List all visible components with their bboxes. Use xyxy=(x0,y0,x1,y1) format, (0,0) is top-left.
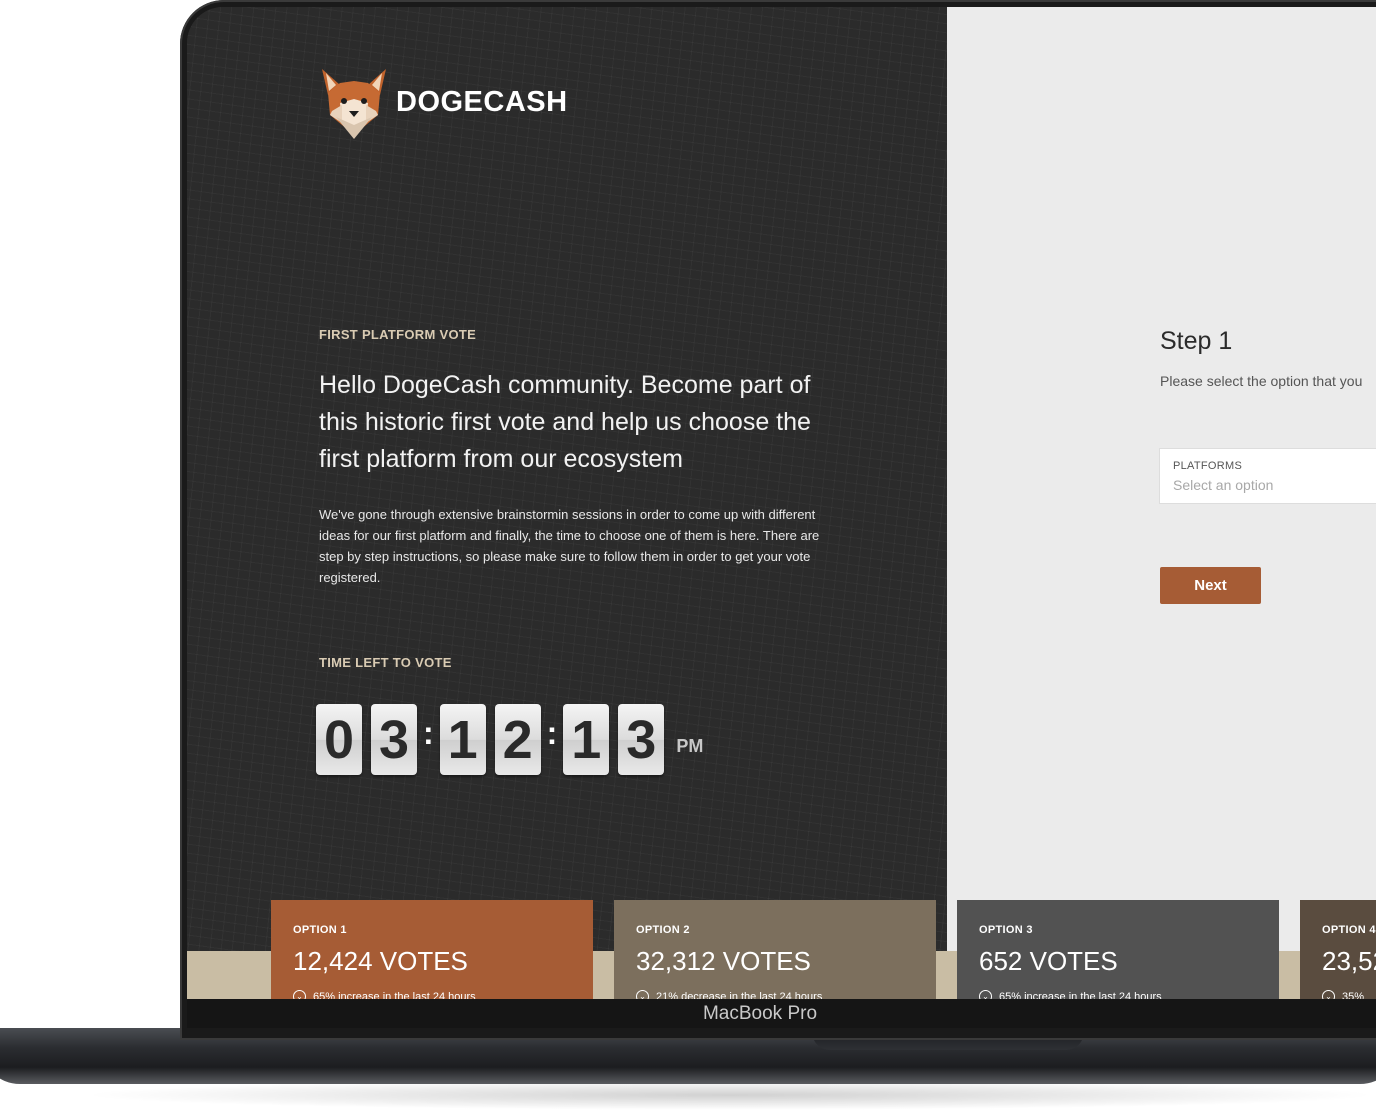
intro-paragraph: We've gone through extensive brainstormi… xyxy=(319,507,820,585)
chevron-down-icon: ⌄ xyxy=(1322,990,1335,999)
option-change: ⌄ 35% xyxy=(1322,990,1364,999)
option-change: ⌄ 65% increase in the last 24 hours xyxy=(979,990,1162,999)
timer-digit: 2 xyxy=(494,704,541,775)
option-card-1[interactable]: OPTION 1 12,424 VOTES ⌄ 65% increase in … xyxy=(271,900,593,999)
timer-digit: 1 xyxy=(563,704,610,775)
option-card-4[interactable]: OPTION 4 23,52 ⌄ 35% xyxy=(1300,900,1376,999)
option-votes: 32,312 VOTES xyxy=(636,946,811,976)
step-title: Step 1 xyxy=(1160,327,1233,355)
brand-name: DOGECASH xyxy=(396,85,568,118)
timer-period: PM xyxy=(676,736,704,756)
vote-eyebrow: FIRST PLATFORM VOTE xyxy=(319,327,477,342)
select-placeholder: Select an option xyxy=(1173,477,1274,493)
option-change-text: 65% increase in the last 24 hours xyxy=(999,990,1162,1000)
timer-digit: 3 xyxy=(618,704,665,775)
option-label: OPTION 1 xyxy=(293,924,347,936)
logo[interactable]: DOGECASH xyxy=(318,65,568,139)
timer-label: TIME LEFT TO VOTE xyxy=(319,655,452,670)
option-label: OPTION 4 xyxy=(1322,924,1376,936)
option-label: OPTION 2 xyxy=(636,924,690,936)
timer-digit: 3 xyxy=(371,704,417,775)
intro-panel: DOGECASH FIRST PLATFORM VOTE Hello DogeC… xyxy=(187,7,947,999)
option-change: ⌄ 21% decrease in the last 24 hours xyxy=(636,990,822,999)
option-votes: 652 VOTES xyxy=(979,946,1118,976)
chevron-down-icon: ⌄ xyxy=(979,990,992,999)
select-label: PLATFORMS xyxy=(1173,460,1243,472)
timer-digit: 1 xyxy=(439,704,486,775)
timer-separator: : xyxy=(546,715,558,751)
option-votes: 12,424 VOTES xyxy=(293,946,468,976)
option-label: OPTION 3 xyxy=(979,924,1033,936)
option-change-text: 35% xyxy=(1342,990,1365,1000)
step-subtitle: Please select the option that you xyxy=(1160,373,1363,389)
platforms-select[interactable]: PLATFORMS Select an option xyxy=(1159,448,1376,504)
device-label: MacBook Pro xyxy=(702,1003,818,1024)
chevron-down-icon: ⌄ xyxy=(293,990,306,999)
option-change: ⌄ 65% increase in the last 24 hours xyxy=(293,990,476,999)
chevron-down-icon: ⌄ xyxy=(636,990,649,999)
option-votes: 23,52 xyxy=(1322,946,1376,976)
next-button[interactable]: Next xyxy=(1160,567,1261,604)
option-change-text: 21% decrease in the last 24 hours xyxy=(656,990,823,1000)
option-card-2[interactable]: OPTION 2 32,312 VOTES ⌄ 21% decrease in … xyxy=(614,900,936,999)
step-panel: Step 1 Please select the option that you… xyxy=(947,7,1376,999)
timer-separator: : xyxy=(423,715,434,751)
device-shadow xyxy=(80,1080,1376,1110)
headline: Hello DogeCash community. Become part of… xyxy=(319,371,811,473)
option-card-3[interactable]: OPTION 3 652 VOTES ⌄ 65% increase in the… xyxy=(957,900,1279,999)
option-change-text: 65% increase in the last 24 hours xyxy=(313,990,476,1000)
screen: DOGECASH FIRST PLATFORM VOTE Hello DogeC… xyxy=(187,7,1376,999)
shiba-inu-head-icon xyxy=(322,69,386,139)
timer-digit: 0 xyxy=(316,704,362,775)
countdown-timer: 0 3 : 1 2 : 1 3 PM xyxy=(316,704,703,775)
